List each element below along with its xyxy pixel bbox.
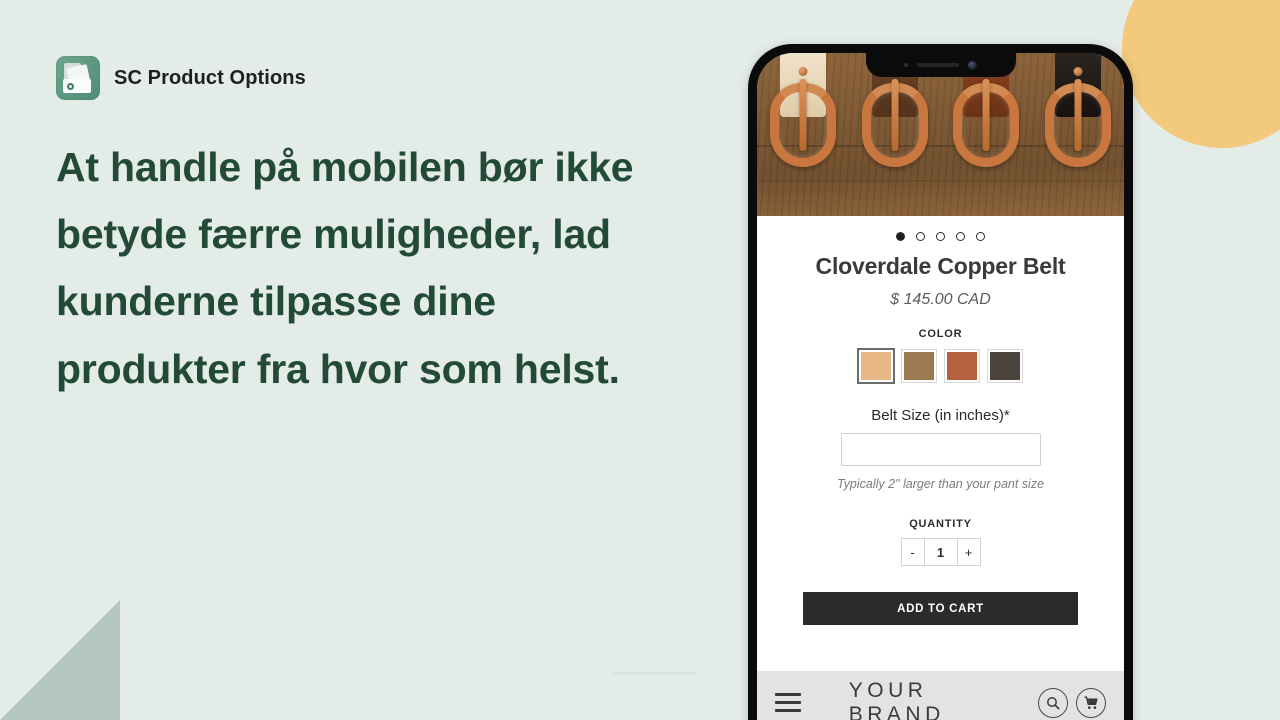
- carousel-dot-1[interactable]: [896, 232, 905, 241]
- belt-item: [1032, 53, 1124, 216]
- carousel-dot-2[interactable]: [916, 232, 925, 241]
- earpiece-speaker-icon: [917, 63, 959, 67]
- product-image[interactable]: [757, 53, 1124, 216]
- color-swatch-brown[interactable]: [902, 350, 936, 382]
- proximity-sensor-icon: [904, 63, 908, 67]
- color-swatch-rust[interactable]: [945, 350, 979, 382]
- decorative-circle-top-right: [1122, 0, 1280, 148]
- product-title: Cloverdale Copper Belt: [815, 253, 1066, 279]
- belt-size-help-text: Typically 2" larger than your pant size: [836, 477, 1045, 491]
- carousel-dot-3[interactable]: [936, 232, 945, 241]
- product-price: $ 145.00 CAD: [890, 291, 991, 308]
- color-swatch-charcoal[interactable]: [988, 350, 1022, 382]
- color-swatch-natural[interactable]: [859, 350, 893, 382]
- belt-item: [757, 53, 849, 216]
- carousel-dot-5[interactable]: [976, 232, 985, 241]
- product-options-logo-icon: [56, 56, 100, 100]
- carousel-dots[interactable]: [757, 216, 1124, 251]
- app-name: SC Product Options: [114, 66, 306, 89]
- belt-item: [849, 53, 941, 216]
- hamburger-menu-icon[interactable]: [775, 693, 801, 712]
- belt-size-label: Belt Size (in inches)*: [871, 407, 1010, 424]
- quantity-increment-button[interactable]: +: [956, 538, 981, 566]
- color-swatch-group[interactable]: [757, 350, 1124, 382]
- phone-screen: Cloverdale Copper Belt $ 145.00 CAD COLO…: [757, 53, 1124, 720]
- front-camera-icon: [968, 60, 977, 70]
- belt-size-input[interactable]: [840, 433, 1041, 466]
- store-navigation-bar: YOUR BRAND: [757, 671, 1124, 720]
- brand-row: SC Product Options: [56, 56, 696, 100]
- phone-notch: [865, 53, 1016, 77]
- quantity-stepper[interactable]: - 1 +: [757, 538, 1124, 566]
- logo-dot-shape: [67, 83, 74, 90]
- quantity-decrement-button[interactable]: -: [900, 538, 925, 566]
- add-to-cart-button[interactable]: ADD TO CART: [803, 592, 1078, 625]
- phone-mockup: Cloverdale Copper Belt $ 145.00 CAD COLO…: [748, 44, 1133, 720]
- left-content-pane: SC Product Options At handle på mobilen …: [56, 56, 696, 403]
- quantity-value[interactable]: 1: [924, 538, 957, 566]
- carousel-dot-4[interactable]: [956, 232, 965, 241]
- search-icon[interactable]: [1038, 687, 1068, 718]
- store-name: YOUR BRAND: [848, 678, 945, 720]
- store-bar-icons: [1038, 687, 1106, 718]
- quantity-label: QUANTITY: [909, 518, 972, 530]
- decorative-triangle-bottom-left: [0, 600, 120, 720]
- belt-item: [941, 53, 1033, 216]
- shopping-cart-icon[interactable]: [1076, 687, 1106, 718]
- color-option-label: COLOR: [918, 328, 963, 340]
- page-title: At handle på mobilen bør ikke betyde fær…: [56, 144, 634, 392]
- decorative-line: [612, 672, 696, 675]
